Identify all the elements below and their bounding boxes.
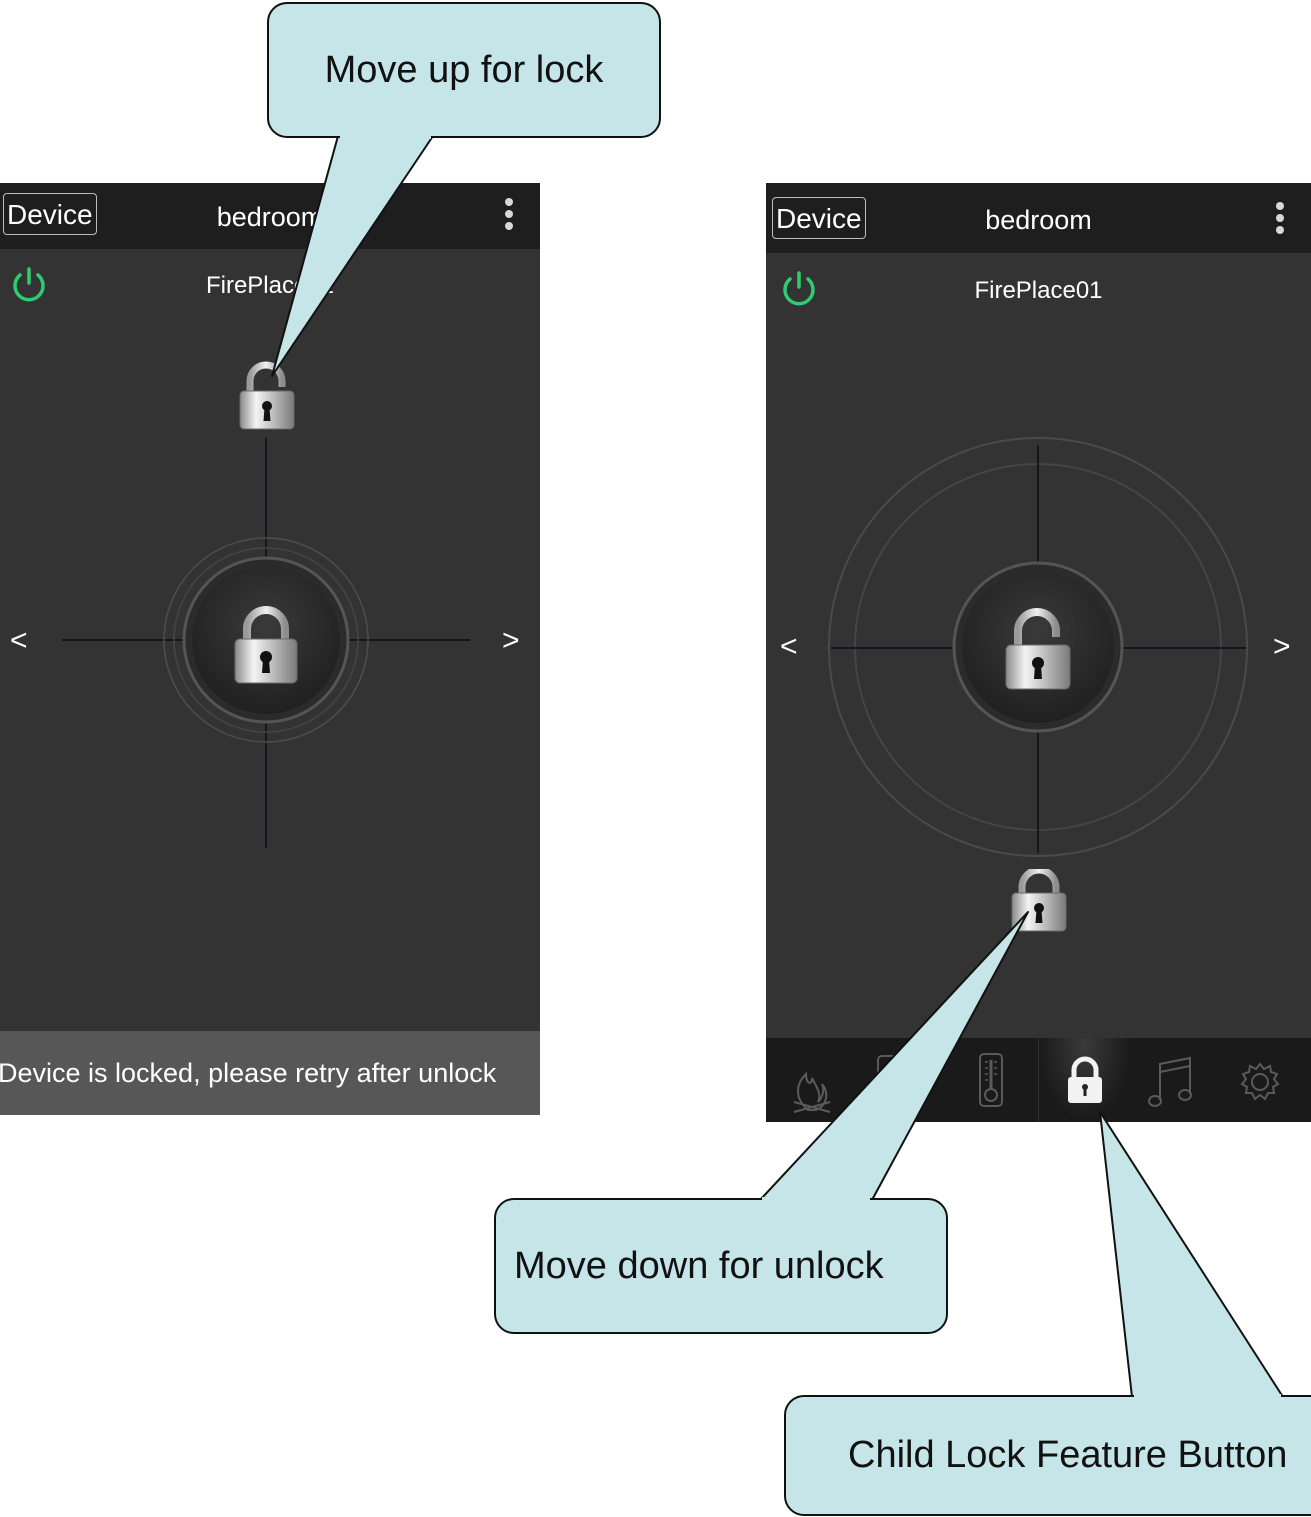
callout-pointer-joins (340, 135, 1281, 1398)
